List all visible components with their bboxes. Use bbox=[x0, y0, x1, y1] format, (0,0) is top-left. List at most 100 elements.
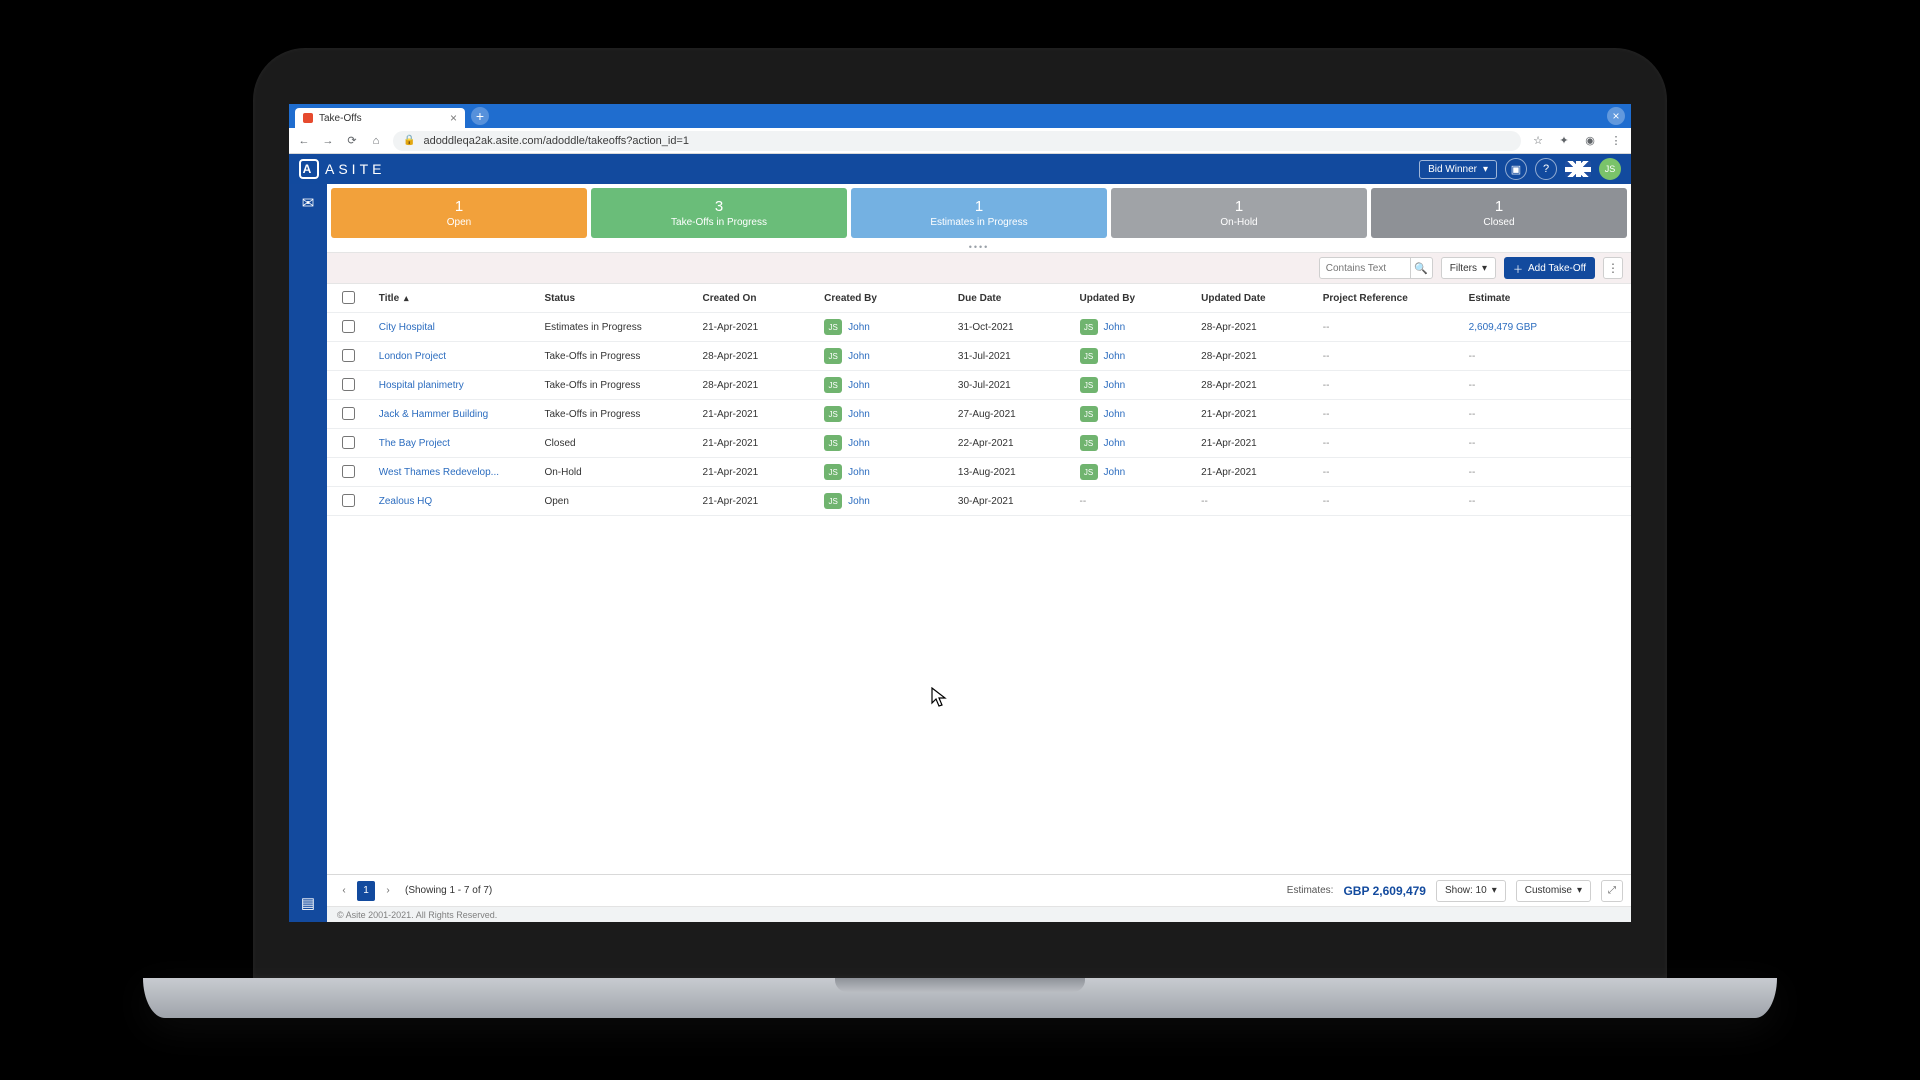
user-chip[interactable]: JSJohn bbox=[1080, 406, 1126, 422]
star-icon[interactable]: ☆ bbox=[1531, 134, 1545, 148]
col-due-date[interactable]: Due Date bbox=[950, 284, 1072, 313]
filters-button[interactable]: Filters ▾ bbox=[1441, 257, 1496, 279]
cell-title: West Thames Redevelop... bbox=[371, 458, 537, 487]
user-chip[interactable]: JSJohn bbox=[824, 377, 870, 393]
window-close-button[interactable]: × bbox=[1607, 107, 1625, 125]
extensions-icon[interactable]: ✦ bbox=[1557, 134, 1571, 148]
rail-docs-icon[interactable]: ▤ bbox=[295, 890, 321, 916]
user-name: John bbox=[848, 467, 870, 478]
user-chip[interactable]: JSJohn bbox=[1080, 464, 1126, 480]
expand-icon: ⤢ bbox=[1608, 885, 1616, 896]
cell-updated-date: 21-Apr-2021 bbox=[1193, 429, 1315, 458]
address-input[interactable]: 🔒 adoddleqa2ak.asite.com/adoddle/takeoff… bbox=[393, 131, 1521, 151]
row-checkbox[interactable] bbox=[342, 378, 355, 391]
cell-created-on: 21-Apr-2021 bbox=[695, 487, 817, 516]
cell-title-link[interactable]: London Project bbox=[379, 351, 446, 362]
rail-home-icon[interactable]: ✉ bbox=[295, 190, 321, 216]
user-badge: JS bbox=[1080, 377, 1098, 393]
user-avatar[interactable]: JS bbox=[1599, 158, 1621, 180]
table-row[interactable]: City HospitalEstimates in Progress21-Apr… bbox=[327, 313, 1631, 342]
col-updated-by[interactable]: Updated By bbox=[1072, 284, 1194, 313]
table-row[interactable]: The Bay ProjectClosed21-Apr-2021JSJohn22… bbox=[327, 429, 1631, 458]
status-card[interactable]: 3Take-Offs in Progress bbox=[591, 188, 847, 238]
col-estimate[interactable]: Estimate bbox=[1461, 284, 1631, 313]
lock-icon: 🔒 bbox=[403, 135, 415, 146]
tab-close-icon[interactable]: × bbox=[450, 111, 457, 125]
panel-grip-icon[interactable]: •••• bbox=[327, 242, 1631, 252]
profile-icon[interactable]: ◉ bbox=[1583, 134, 1597, 148]
pager-next[interactable]: › bbox=[379, 881, 397, 901]
video-button[interactable]: ▣ bbox=[1505, 158, 1527, 180]
status-card[interactable]: 1Closed bbox=[1371, 188, 1627, 238]
cell-title-link[interactable]: Jack & Hammer Building bbox=[379, 409, 488, 420]
table-row[interactable]: London ProjectTake-Offs in Progress28-Ap… bbox=[327, 342, 1631, 371]
locale-flag-uk[interactable] bbox=[1565, 161, 1591, 177]
customise-dropdown[interactable]: Customise ▾ bbox=[1516, 880, 1591, 902]
select-all-checkbox[interactable] bbox=[342, 291, 355, 304]
brand-logo[interactable]: A ASITE bbox=[299, 159, 385, 179]
cell-project-ref: -- bbox=[1315, 429, 1461, 458]
user-chip[interactable]: JSJohn bbox=[1080, 435, 1126, 451]
show-count-dropdown[interactable]: Show: 10 ▾ bbox=[1436, 880, 1506, 902]
row-checkbox[interactable] bbox=[342, 349, 355, 362]
user-name: John bbox=[1104, 467, 1126, 478]
col-project-ref[interactable]: Project Reference bbox=[1315, 284, 1461, 313]
user-chip[interactable]: JSJohn bbox=[1080, 319, 1126, 335]
user-chip[interactable]: JSJohn bbox=[1080, 348, 1126, 364]
user-chip[interactable]: JSJohn bbox=[1080, 377, 1126, 393]
user-chip[interactable]: JSJohn bbox=[824, 319, 870, 335]
cell-title-link[interactable]: City Hospital bbox=[379, 322, 435, 333]
row-checkbox[interactable] bbox=[342, 320, 355, 333]
cell-estimate-link[interactable]: 2,609,479 GBP bbox=[1469, 322, 1537, 333]
add-takeoff-button[interactable]: ＋ Add Take-Off bbox=[1504, 257, 1595, 279]
fullscreen-button[interactable]: ⤢ bbox=[1601, 880, 1623, 902]
pager-current[interactable]: 1 bbox=[357, 881, 375, 901]
col-updated-date[interactable]: Updated Date bbox=[1193, 284, 1315, 313]
help-button[interactable]: ? bbox=[1535, 158, 1557, 180]
user-name: John bbox=[848, 380, 870, 391]
cell-title-link[interactable]: West Thames Redevelop... bbox=[379, 467, 499, 478]
nav-reload-icon[interactable]: ⟳ bbox=[345, 134, 359, 148]
more-actions-button[interactable]: ⋮ bbox=[1603, 257, 1623, 279]
row-checkbox[interactable] bbox=[342, 465, 355, 478]
cell-select bbox=[327, 458, 371, 487]
status-card[interactable]: 1Estimates in Progress bbox=[851, 188, 1107, 238]
status-card[interactable]: 1Open bbox=[331, 188, 587, 238]
user-badge: JS bbox=[824, 435, 842, 451]
browser-tab[interactable]: Take-Offs × bbox=[295, 108, 465, 128]
col-status[interactable]: Status bbox=[536, 284, 694, 313]
table-row[interactable]: Jack & Hammer BuildingTake-Offs in Progr… bbox=[327, 400, 1631, 429]
col-created-by[interactable]: Created By bbox=[816, 284, 950, 313]
user-chip[interactable]: JSJohn bbox=[824, 348, 870, 364]
cell-project-ref: -- bbox=[1315, 342, 1461, 371]
nav-forward-icon[interactable]: → bbox=[321, 134, 335, 148]
status-card[interactable]: 1On-Hold bbox=[1111, 188, 1367, 238]
row-checkbox[interactable] bbox=[342, 436, 355, 449]
search-input[interactable] bbox=[1320, 263, 1410, 274]
nav-back-icon[interactable]: ← bbox=[297, 134, 311, 148]
col-title[interactable]: Title ▴ bbox=[371, 284, 537, 313]
cell-title-link[interactable]: Zealous HQ bbox=[379, 496, 432, 507]
nav-home-icon[interactable]: ⌂ bbox=[369, 134, 383, 148]
screen: Take-Offs × + × ← → ⟳ ⌂ 🔒 adoddleqa2ak.a… bbox=[289, 104, 1631, 922]
user-chip[interactable]: JSJohn bbox=[824, 406, 870, 422]
role-dropdown[interactable]: Bid Winner ▾ bbox=[1419, 160, 1497, 179]
pager-prev[interactable]: ‹ bbox=[335, 881, 353, 901]
table-row[interactable]: Hospital planimetryTake-Offs in Progress… bbox=[327, 371, 1631, 400]
user-chip[interactable]: JSJohn bbox=[824, 464, 870, 480]
new-tab-button[interactable]: + bbox=[471, 107, 489, 125]
cell-due-date: 27-Aug-2021 bbox=[950, 400, 1072, 429]
sort-asc-icon: ▴ bbox=[404, 293, 409, 303]
row-checkbox[interactable] bbox=[342, 494, 355, 507]
col-created-on[interactable]: Created On bbox=[695, 284, 817, 313]
search-button[interactable]: 🔍 bbox=[1410, 258, 1432, 278]
cell-title-link[interactable]: Hospital planimetry bbox=[379, 380, 464, 391]
table-row[interactable]: Zealous HQOpen21-Apr-2021JSJohn30-Apr-20… bbox=[327, 487, 1631, 516]
row-checkbox[interactable] bbox=[342, 407, 355, 420]
browser-menu-icon[interactable]: ⋮ bbox=[1609, 134, 1623, 148]
user-chip[interactable]: JSJohn bbox=[824, 435, 870, 451]
cell-title-link[interactable]: The Bay Project bbox=[379, 438, 450, 449]
user-chip[interactable]: JSJohn bbox=[824, 493, 870, 509]
tab-favicon bbox=[303, 113, 313, 123]
table-row[interactable]: West Thames Redevelop...On-Hold21-Apr-20… bbox=[327, 458, 1631, 487]
